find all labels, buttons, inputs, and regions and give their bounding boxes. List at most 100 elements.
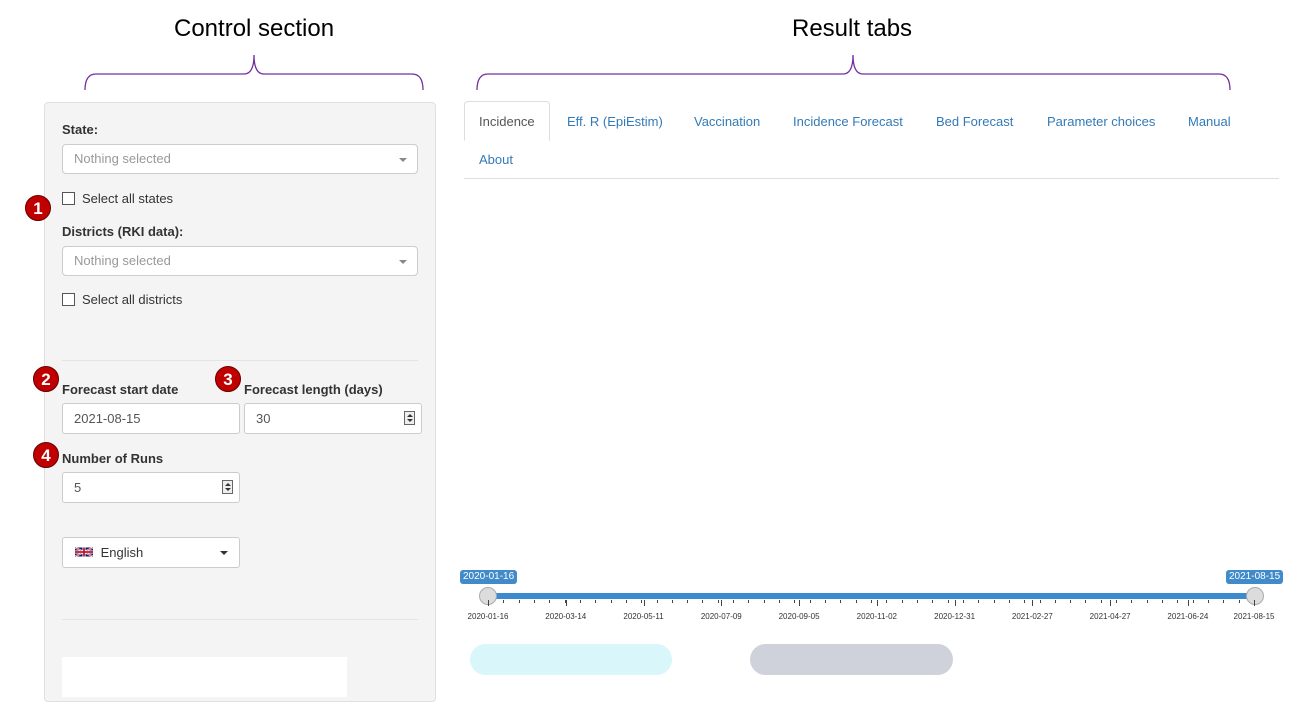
slider-minor-tick [978,600,980,603]
slider-minor-tick [1100,600,1102,603]
uk-flag-icon [75,546,93,558]
runs-input[interactable]: 5 [62,472,240,503]
slider-minor-tick [1177,600,1179,603]
forecast-start-value: 2021-08-15 [74,411,141,426]
slider-minor-tick [901,600,903,603]
panel-output-box [62,657,347,697]
slider-minor-tick [671,600,673,603]
slider-minor-tick [1208,600,1210,603]
slider-major-tick [565,600,567,606]
forecast-start-input[interactable]: 2021-08-15 [62,403,240,434]
slider-minor-tick [855,600,857,603]
language-label: English [100,545,144,560]
slider-major-tick [721,600,723,606]
tab-bed-forecast[interactable]: Bed Forecast [936,114,1013,129]
result-tabs-heading: Result tabs [792,15,913,42]
slider-minor-tick [1008,600,1010,603]
slider-minor-tick [1162,600,1164,603]
badge-1: 1 [25,195,51,221]
slider-tick-label: 2020-11-02 [856,612,897,621]
slider-minor-tick [1223,600,1225,603]
runs-label: Number of Runs [62,451,164,466]
tab-eff-r[interactable]: Eff. R (EpiEstim) [567,114,663,129]
badge-3: 3 [215,366,241,392]
slider-minor-tick [503,600,505,603]
slider-minor-tick [687,600,689,603]
slider-major-tick [643,600,645,606]
slider-minor-tick [717,600,719,603]
download-button[interactable] [470,644,672,675]
slider-major-tick [1110,600,1112,606]
slider-minor-tick [1054,600,1056,603]
slider-tick-label: 2020-03-14 [545,612,587,621]
control-brace [84,54,424,91]
slider-minor-tick [641,600,643,603]
tab-incidence-forecast[interactable]: Incidence Forecast [793,114,903,129]
tab-manual[interactable]: Manual [1188,114,1231,129]
badge-4: 4 [33,442,59,468]
results-brace [476,54,1231,91]
chevron-down-icon [399,260,407,264]
slider-major-tick [1187,600,1189,606]
slider-to-label: 2021-08-15 [1226,570,1284,584]
language-select[interactable]: English [62,537,240,568]
slider-minor-tick [947,600,949,603]
badge-2: 2 [33,366,59,392]
secondary-button[interactable] [750,644,953,675]
districts-placeholder: Nothing selected [74,253,171,268]
spinner-icon[interactable] [404,411,415,425]
districts-select[interactable]: Nothing selected [62,246,418,276]
slider-tick-label: 2020-05-11 [623,612,664,621]
tab-incidence[interactable]: Incidence [464,101,550,141]
forecast-length-value: 30 [256,411,271,426]
slider-major-tick [954,600,956,606]
state-select[interactable]: Nothing selected [62,144,418,174]
forecast-start-label: Forecast start date [62,382,179,397]
slider-minor-tick [656,600,658,603]
slider-tick-label: 2020-07-09 [700,612,742,621]
slider-major-tick [488,600,489,606]
slider-to-handle[interactable] [1246,587,1264,605]
slider-tick-label: 2021-06-24 [1167,612,1209,621]
slider-minor-tick [1116,600,1118,603]
date-slider-track[interactable] [487,593,1255,599]
slider-minor-tick [763,600,765,603]
slider-tick-label: 2020-12-31 [934,612,976,621]
slider-minor-tick [886,600,888,603]
slider-minor-tick [1085,600,1087,603]
slider-from-label: 2020-01-16 [460,570,518,584]
slider-minor-tick [1039,600,1041,603]
slider-minor-tick [625,600,627,603]
slider-minor-tick [1024,600,1026,603]
select-all-districts-label: Select all districts [82,292,183,307]
tab-about[interactable]: About [479,152,513,167]
slider-minor-tick [809,600,811,603]
slider-minor-tick [549,600,551,603]
slider-minor-tick [1238,600,1240,603]
state-placeholder: Nothing selected [74,151,171,166]
spinner-icon[interactable] [222,480,233,494]
slider-minor-tick [748,600,750,603]
slider-minor-tick [702,600,704,603]
tab-parameter-choices[interactable]: Parameter choices [1047,114,1155,129]
chevron-down-icon [399,158,407,162]
slider-minor-tick [993,600,995,603]
checkbox-icon[interactable] [62,293,75,306]
control-section-heading: Control section [174,15,335,42]
slider-minor-tick [518,600,520,603]
select-all-districts-checkbox[interactable]: Select all districts [62,292,182,307]
slider-minor-tick [840,600,842,603]
slider-minor-tick [1192,600,1194,603]
slider-minor-tick [871,600,872,603]
slider-major-tick [1032,600,1034,606]
checkbox-icon[interactable] [62,192,75,205]
forecast-length-input[interactable]: 30 [244,403,422,434]
panel-divider [62,619,418,620]
slider-minor-tick [825,600,827,603]
slider-minor-tick [579,600,581,603]
slider-tick-label: 2021-02-27 [1011,612,1053,621]
districts-label: Districts (RKI data): [62,224,184,239]
slider-minor-tick [779,600,781,603]
select-all-states-checkbox[interactable]: Select all states [62,191,173,206]
tab-vaccination[interactable]: Vaccination [694,114,760,129]
